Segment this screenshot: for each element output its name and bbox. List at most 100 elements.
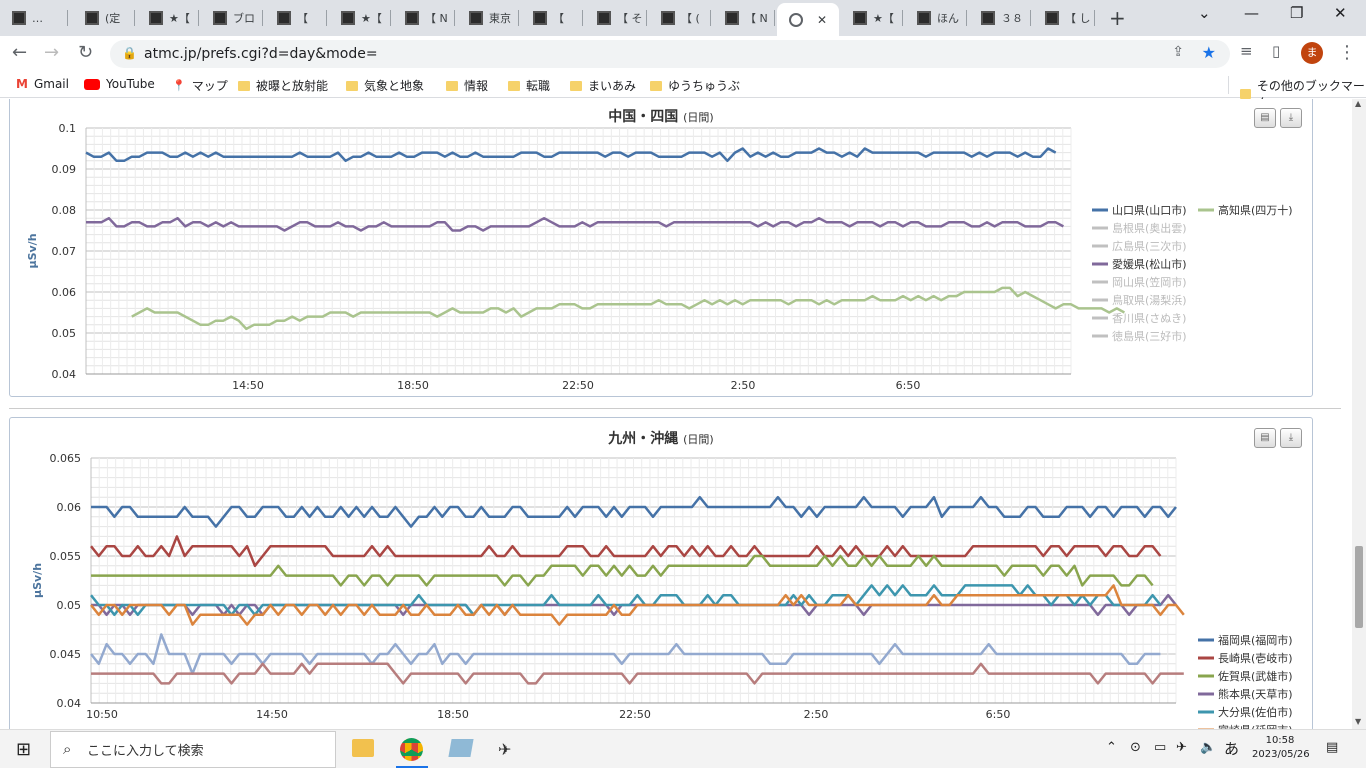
bookmark-star-icon[interactable]: ★ [1202,43,1216,62]
tab-label: … [32,11,43,25]
bookmark-item[interactable]: 転職 [508,77,550,94]
volume-icon[interactable]: 🔈 [1200,740,1216,755]
tab-favicon-icon [981,11,995,25]
scroll-down-icon[interactable]: ▼ [1355,717,1361,726]
share-icon[interactable]: ⇪ [1172,44,1184,60]
bookmark-item[interactable]: 情報 [446,77,488,94]
bookmark-label: 情報 [464,79,489,93]
url-text: atmc.jp/prefs.cgi?d=day&mode= [144,46,378,62]
globe-icon [789,12,803,27]
tab-label: 【 N [425,12,448,25]
tab-separator [1030,10,1031,26]
bookmark-item[interactable]: YouTube [84,77,155,91]
tab-favicon-icon [213,11,227,25]
y-axis-label: μSv/h [31,563,44,598]
clock-time: 10:58 [1265,735,1295,746]
windows-start-icon[interactable]: ⊞ [16,739,31,760]
bookmark-label: 気象と地象 [364,79,425,93]
tab[interactable]: 【 ( [649,6,711,30]
tab[interactable]: (定 [73,6,135,30]
divider [9,408,1341,409]
tab[interactable]: 【 [265,6,327,30]
youtube-icon [84,78,100,90]
tab[interactable]: 【 N [713,6,775,30]
tab[interactable]: 東京 [457,6,519,30]
tab-separator [67,10,68,26]
bookmark-label: まいあみ [588,79,637,93]
tab-separator [454,10,455,26]
bookmark-item[interactable]: 気象と地象 [346,77,424,94]
x-tick-label: 18:50 [397,379,429,392]
y-tick-label: 0.07 [52,245,77,258]
tab-separator [966,10,967,26]
legend-item: 佐賀県(武雄市) [1218,669,1293,683]
tab-label: 【 ( [681,12,700,25]
tab[interactable]: 【 [521,6,583,30]
tab[interactable]: ほん [905,6,967,30]
folder-icon [238,80,250,91]
back-icon[interactable]: ← [12,42,27,63]
tab[interactable]: ★【 [137,6,199,30]
tab[interactable]: 【 そ [585,6,647,30]
tab[interactable]: 【 N [393,6,455,30]
file-explorer-icon[interactable] [352,739,374,757]
taskbar-search[interactable]: ⌕ ここに入力して検索 [50,731,336,768]
app-icon[interactable] [448,739,474,757]
tab[interactable]: ✕ [777,3,839,36]
folder-icon [650,80,662,91]
tab-label: ★【 [169,12,190,25]
profile-avatar[interactable]: ま [1301,42,1323,64]
tab[interactable]: ★【 [841,6,903,30]
chrome-icon[interactable] [400,738,423,761]
legend-item: 長崎県(壱岐市) [1218,651,1293,665]
airplane-mode-icon[interactable]: ✈ [1176,740,1187,755]
battery-icon[interactable]: ▭ [1154,740,1166,755]
tab[interactable]: ★【 [329,6,391,30]
tab[interactable]: … [0,6,68,30]
meet-icon[interactable]: ⊙ [1130,740,1141,755]
bookmark-item[interactable]: 被曝と放射能 [238,77,328,94]
tab[interactable]: 【 し [1033,6,1095,30]
legend-item: 山口県(山口市) [1112,203,1187,217]
reload-icon[interactable]: ↻ [78,42,93,63]
scrollbar[interactable]: ▲ ▼ [1352,99,1366,729]
tab-search-icon[interactable]: ⌄ [1198,4,1211,22]
tab[interactable]: ブロ [201,6,263,30]
minimize-button[interactable]: — [1244,4,1259,22]
y-tick-label: 0.04 [52,368,77,381]
forward-icon[interactable]: → [44,42,59,63]
tab[interactable]: ３８ [969,6,1031,30]
tab-favicon-icon [533,11,547,25]
series-line [91,554,1154,587]
tab-separator [134,10,135,26]
airplane-app-icon[interactable]: ✈ [498,740,511,759]
chart-svg-2: 0.065 0.06 0.055 0.05 0.045 0.04 μSv/h 10:50 14:… [31,452,1293,729]
bookmark-item[interactable]: ゆうちゅうぶ [650,77,740,94]
ime-indicator[interactable]: あ [1224,738,1239,759]
notification-icon[interactable]: ▤ [1326,740,1338,755]
side-panel-icon[interactable]: ▯ [1272,42,1280,60]
scroll-up-icon[interactable]: ▲ [1355,99,1361,108]
clock[interactable]: 10:58 2023/05/26 [1252,734,1310,762]
close-tab-icon[interactable]: ✕ [817,13,827,27]
folder-icon [570,80,582,91]
bookmark-item[interactable]: まいあみ [570,77,636,94]
x-tick-label: 2:50 [804,708,829,721]
tab-favicon-icon [597,11,611,25]
maximize-button[interactable]: ❐ [1290,4,1303,22]
close-window-button[interactable]: ✕ [1334,4,1347,22]
x-tick-label: 14:50 [256,708,288,721]
bookmark-item[interactable]: M Gmail [16,77,69,91]
new-tab-button[interactable]: + [1109,6,1126,30]
y-tick-label: 0.09 [52,163,77,176]
tab-strip: … (定 ★【 ブロ 【 ★【 【 N 東京 【 【 そ 【 (【 N ✕ ★【 ほん ３８ 【 し [0,0,1366,36]
menu-icon[interactable]: ⋮ [1338,42,1356,63]
scrollbar-thumb[interactable] [1355,546,1363,628]
tab-favicon-icon [661,11,675,25]
bookmark-item[interactable]: 📍 マップ [172,77,228,94]
reading-list-icon[interactable]: ≡ [1240,42,1253,60]
x-tick-label: 6:50 [896,379,921,392]
address-bar[interactable]: 🔒 atmc.jp/prefs.cgi?d=day&mode= ⇪ ★ [110,40,1230,68]
chevron-up-icon[interactable]: ⌃ [1106,740,1117,755]
search-icon: ⌕ [63,740,72,758]
